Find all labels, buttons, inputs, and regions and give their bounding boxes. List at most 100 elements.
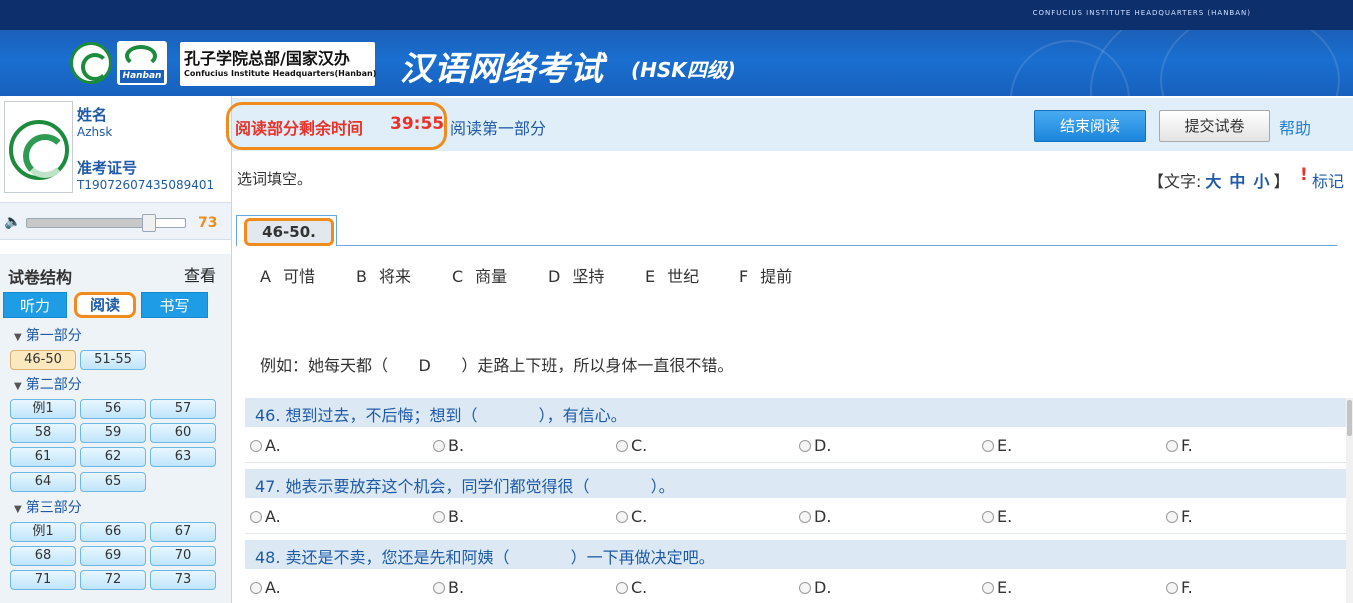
radio-icon (250, 440, 262, 452)
mark-icon[interactable]: ! (1300, 165, 1308, 185)
volume-slider-thumb[interactable] (142, 214, 156, 232)
part-1-label[interactable]: ▼ 第一部分 (14, 325, 82, 345)
radio-icon (799, 582, 811, 594)
part-1-text: 第一部分 (25, 328, 82, 344)
font-large-button[interactable]: 大 (1205, 172, 1221, 191)
end-reading-button[interactable]: 结束阅读 (1034, 110, 1146, 142)
q48-option-c[interactable]: C. (616, 578, 647, 597)
tab-listening[interactable]: 听力 (3, 292, 67, 318)
tab-writing[interactable]: 书写 (141, 292, 208, 318)
question-button[interactable]: 例1 (10, 522, 76, 542)
q47-option-a[interactable]: A. (250, 507, 281, 526)
instructions: 选词填空。 (237, 170, 313, 188)
part-3-text: 第三部分 (25, 500, 82, 516)
paper-structure: 试卷结构 查看 听力 阅读 书写 ▼ 第一部分 46-50 51-55 ▼ 第二部分… (0, 254, 231, 603)
hanban-logo-icon: Hanban (117, 41, 167, 85)
question-button[interactable]: 68 (10, 546, 76, 566)
avatar-logo-icon (9, 120, 69, 180)
font-control-prefix: 【文字: (1148, 172, 1202, 191)
part-2-text: 第二部分 (25, 377, 82, 393)
choice-c: C 商量 (452, 267, 508, 286)
view-button[interactable]: 查看 (184, 262, 216, 286)
question-button[interactable]: 56 (80, 399, 146, 419)
question-48-text: 48. 卖还是不卖，您还是先和阿姨（ ）一下再做决定吧。 (255, 548, 715, 567)
top-strip: CONFUCIUS INSTITUTE HEADQUARTERS (HANBAN… (0, 0, 1353, 30)
question-button[interactable]: 65 (80, 472, 146, 492)
part-3-label[interactable]: ▼ 第三部分 (14, 497, 82, 517)
question-button[interactable]: 51-55 (80, 350, 146, 370)
q47-option-d[interactable]: D. (799, 507, 831, 526)
speaker-icon[interactable]: 🔈 (4, 214, 21, 230)
org-name-english: Confucius Institute Headquarters(Hanban) (184, 69, 377, 78)
example-sentence: 例如：她每天都（ D ）走路上下班，所以身体一直很不错。 (260, 356, 734, 375)
id-value: T19072607435089401 (77, 178, 215, 192)
choice-f: F 提前 (739, 267, 793, 286)
q46-option-b[interactable]: B. (433, 436, 464, 455)
question-button[interactable]: 46-50 (10, 350, 76, 370)
question-button[interactable]: 63 (150, 447, 216, 467)
radio-icon (250, 511, 262, 523)
current-part-title: 阅读第一部分 (450, 119, 547, 138)
q47-option-e[interactable]: E. (982, 507, 1012, 526)
q48-option-f[interactable]: F. (1166, 578, 1193, 597)
q47-option-c[interactable]: C. (616, 507, 647, 526)
confucius-logo-icon (70, 42, 112, 84)
question-button[interactable]: 67 (150, 522, 216, 542)
question-button[interactable]: 64 (10, 472, 76, 492)
question-button[interactable]: 62 (80, 447, 146, 467)
volume-slider[interactable] (26, 214, 186, 232)
question-button[interactable]: 例1 (10, 399, 76, 419)
q48-option-e[interactable]: E. (982, 578, 1012, 597)
radio-icon (1166, 440, 1178, 452)
q46-option-d[interactable]: D. (799, 436, 831, 455)
q46-option-c[interactable]: C. (616, 436, 647, 455)
font-small-button[interactable]: 小 (1253, 172, 1269, 191)
expand-arrow-icon: ▼ (14, 504, 22, 515)
radio-icon (433, 511, 445, 523)
q46-option-a[interactable]: A. (250, 436, 281, 455)
avatar (4, 101, 73, 193)
q46-option-f[interactable]: F. (1166, 436, 1193, 455)
org-english-header: CONFUCIUS INSTITUTE HEADQUARTERS (HANBAN… (1032, 9, 1251, 17)
divider (245, 533, 1353, 534)
radio-icon (799, 511, 811, 523)
q48-option-d[interactable]: D. (799, 578, 831, 597)
q46-option-e[interactable]: E. (982, 436, 1012, 455)
mark-button[interactable]: 标记 (1312, 168, 1344, 192)
question-button[interactable]: 71 (10, 570, 76, 590)
question-button[interactable]: 57 (150, 399, 216, 419)
submit-paper-button[interactable]: 提交试卷 (1159, 110, 1270, 142)
scrollbar-thumb[interactable] (1347, 400, 1352, 436)
help-link[interactable]: 帮助 (1279, 115, 1311, 139)
question-button[interactable]: 60 (150, 423, 216, 443)
question-button[interactable]: 61 (10, 447, 76, 467)
question-button[interactable]: 66 (80, 522, 146, 542)
name-value: Azhsk (77, 125, 113, 139)
volume-control: 🔈 73 (0, 202, 231, 240)
question-button[interactable]: 58 (10, 423, 76, 443)
question-button[interactable]: 59 (80, 423, 146, 443)
question-button[interactable]: 69 (80, 546, 146, 566)
q48-option-b[interactable]: B. (433, 578, 464, 597)
divider (245, 462, 1353, 463)
question-button[interactable]: 70 (150, 546, 216, 566)
expand-arrow-icon: ▼ (14, 332, 22, 343)
question-button[interactable]: 73 (150, 570, 216, 590)
radio-icon (250, 582, 262, 594)
part-2-label[interactable]: ▼ 第二部分 (14, 374, 82, 394)
q47-option-f[interactable]: F. (1166, 507, 1193, 526)
question-button[interactable]: 72 (80, 570, 146, 590)
radio-icon (1166, 582, 1178, 594)
tab-reading[interactable]: 阅读 (74, 292, 136, 318)
hanban-logo-text: Hanban (120, 70, 164, 83)
radio-icon (433, 440, 445, 452)
question-group-tab-label[interactable]: 46-50. (244, 218, 334, 246)
font-medium-button[interactable]: 中 (1229, 172, 1245, 191)
radio-icon (799, 440, 811, 452)
q48-option-a[interactable]: A. (250, 578, 281, 597)
radio-icon (616, 582, 628, 594)
org-name: 孔子学院总部/国家汉办 Confucius Institute Headquar… (180, 42, 377, 86)
exam-level: (HSK四级) (631, 58, 736, 82)
q47-option-b[interactable]: B. (433, 507, 464, 526)
volume-fill (27, 219, 142, 227)
